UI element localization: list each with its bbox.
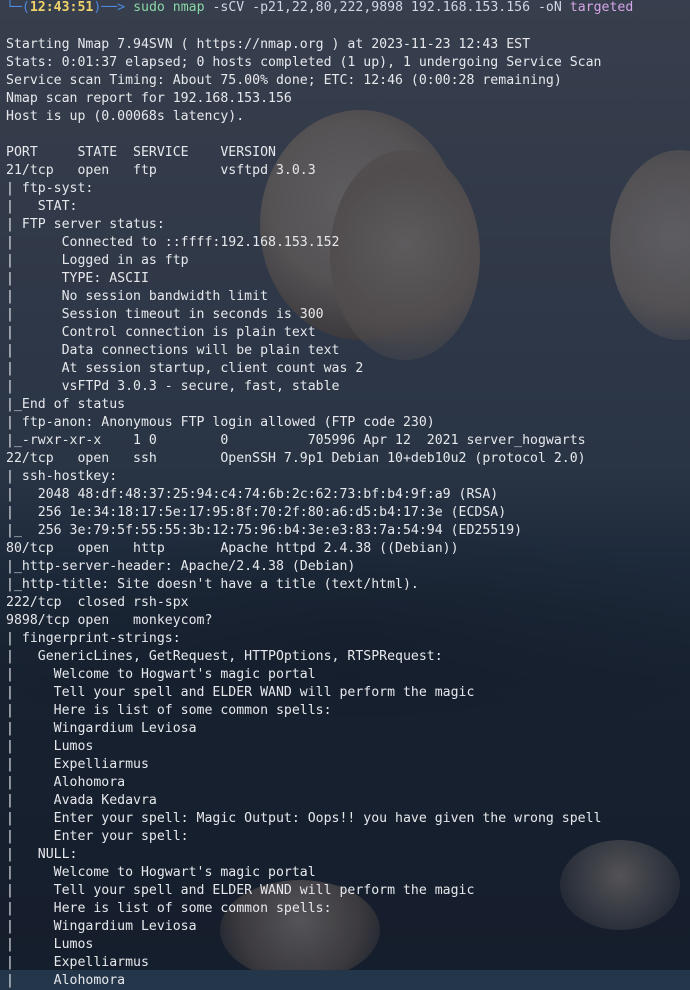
- output-line: |_http-server-header: Apache/2.4.38 (Deb…: [6, 559, 356, 574]
- output-line: Host is up (0.00068s latency).: [6, 109, 245, 124]
- output-line: 9898/tcp open monkeycom?: [6, 613, 213, 628]
- output-line: | Lumos: [6, 937, 94, 952]
- output-line: | ftp-anon: Anonymous FTP login allowed …: [6, 415, 435, 430]
- output-line: Starting Nmap 7.94SVN ( https://nmap.org…: [6, 37, 531, 52]
- output-line: | Lumos: [6, 739, 94, 754]
- output-line: | GenericLines, GetRequest, HTTPOptions,…: [6, 649, 443, 664]
- output-line: | TYPE: ASCII: [6, 271, 149, 286]
- output-line: | fingerprint-strings:: [6, 631, 181, 646]
- output-line: | Logged in as ftp: [6, 253, 189, 268]
- output-line: | Tell your spell and ELDER WAND will pe…: [6, 685, 475, 700]
- output-line: | Welcome to Hogwart's magic portal: [6, 865, 316, 880]
- prompt-prefix: └─(: [6, 0, 30, 15]
- output-line: | 2048 48:df:48:37:25:94:c4:74:6b:2c:62:…: [6, 487, 499, 502]
- command-args: -sCV -p21,22,80,222,9898 192.168.153.156…: [204, 0, 570, 15]
- output-line: | Here is list of some common spells:: [6, 901, 332, 916]
- output-line: | Enter your spell:: [6, 829, 189, 844]
- output-line: | Welcome to Hogwart's magic portal: [6, 667, 316, 682]
- output-line: |_ 256 3e:79:5f:55:55:3b:12:75:96:b4:3e:…: [6, 523, 523, 538]
- output-line: 21/tcp open ftp vsftpd 3.0.3: [6, 163, 316, 178]
- prompt-line: └─(12:43:51)──> sudo nmap -sCV -p21,22,8…: [6, 0, 633, 17]
- output-line: | vsFTPd 3.0.3 - secure, fast, stable: [6, 379, 340, 394]
- output-line: | Expelliarmus: [6, 955, 149, 970]
- output-line: |_End of status: [6, 397, 126, 412]
- command-target: targeted: [569, 0, 634, 15]
- prompt-suffix: )──>: [93, 0, 134, 15]
- output-line: PORT STATE SERVICE VERSION: [6, 145, 276, 160]
- output-line: 80/tcp open http Apache httpd 2.4.38 ((D…: [6, 541, 459, 556]
- output-line: | Expelliarmus: [6, 757, 149, 772]
- output-line: | ftp-syst:: [6, 181, 94, 196]
- output-line: | Alohomora: [6, 973, 126, 988]
- output-line: Nmap scan report for 192.168.153.156: [6, 91, 292, 106]
- output-line: | Connected to ::ffff:192.168.153.152: [6, 235, 340, 250]
- output-line: | Wingardium Leviosa: [6, 919, 197, 934]
- output-line: |_-rwxr-xr-x 1 0 0 705996 Apr 12 2021 se…: [6, 433, 586, 448]
- output-line: 22/tcp open ssh OpenSSH 7.9p1 Debian 10+…: [6, 451, 586, 466]
- output-line: Service scan Timing: About 75.00% done; …: [6, 73, 562, 88]
- output-line: | Enter your spell: Magic Output: Oops!!…: [6, 811, 602, 826]
- output-line: | Data connections will be plain text: [6, 343, 340, 358]
- output-line: | Wingardium Leviosa: [6, 721, 197, 736]
- output-line: | Here is list of some common spells:: [6, 703, 332, 718]
- output-line: | Session timeout in seconds is 300: [6, 307, 324, 322]
- terminal-window[interactable]: └─(12:43:51)──> sudo nmap -sCV -p21,22,8…: [0, 0, 690, 988]
- output-line: | Control connection is plain text: [6, 325, 316, 340]
- output-line: | FTP server status:: [6, 217, 165, 232]
- output-line: 222/tcp closed rsh-spx: [6, 595, 189, 610]
- output-line: | ssh-hostkey:: [6, 469, 118, 484]
- output-line: | 256 1e:34:18:17:5e:17:95:8f:70:2f:80:a…: [6, 505, 507, 520]
- output-line: | At session startup, client count was 2: [6, 361, 364, 376]
- output-line: Stats: 0:01:37 elapsed; 0 hosts complete…: [6, 55, 602, 70]
- output-line: | No session bandwidth limit: [6, 289, 269, 304]
- output-line: | Alohomora: [6, 775, 126, 790]
- output-line: | Avada Kedavra: [6, 793, 157, 808]
- command-name: sudo nmap: [133, 0, 205, 15]
- prompt-time: 12:43:51: [29, 0, 94, 15]
- output-line: | STAT:: [6, 199, 78, 214]
- output-line: | Tell your spell and ELDER WAND will pe…: [6, 883, 475, 898]
- output-line: |_http-title: Site doesn't have a title …: [6, 577, 419, 592]
- output-line: | NULL:: [6, 847, 78, 862]
